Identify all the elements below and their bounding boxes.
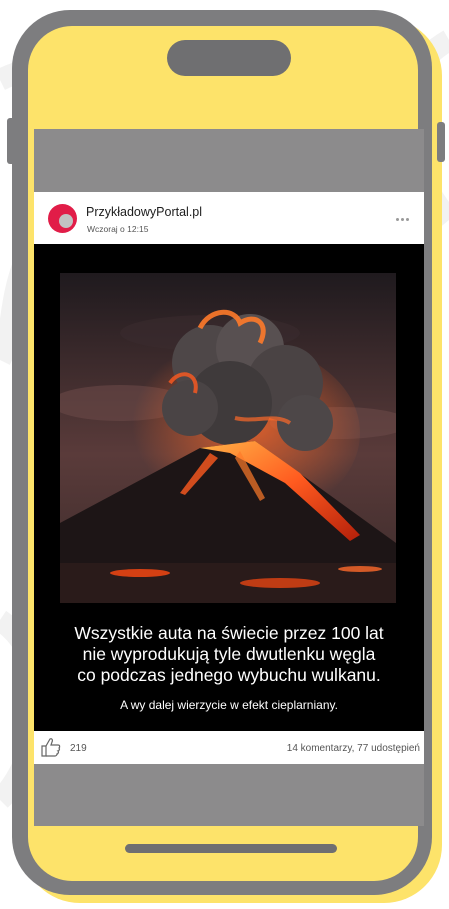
comments-shares-count[interactable]: 14 komentarzy, 77 udostępień bbox=[287, 743, 420, 754]
social-post: PrzykładowyPortal.pl Wczoraj o 12:15 Wsz… bbox=[34, 192, 424, 764]
like-count: 219 bbox=[70, 743, 87, 754]
side-button-left bbox=[7, 118, 15, 164]
caption-line: co podczas jednego wybuchu wulkanu. bbox=[77, 665, 381, 685]
post-caption-subline: A wy dalej wierzycie w efekt cieplarnian… bbox=[120, 698, 338, 712]
caption-line: nie wyprodukują tyle dwutlenku węgla bbox=[82, 644, 376, 664]
side-button-right bbox=[437, 122, 445, 162]
more-options-icon[interactable] bbox=[396, 216, 412, 222]
post-header: PrzykładowyPortal.pl Wczoraj o 12:15 bbox=[34, 192, 424, 244]
home-indicator bbox=[125, 844, 337, 853]
avatar[interactable] bbox=[48, 204, 77, 233]
caption-line: Wszystkie auta na świecie przez 100 lat bbox=[74, 623, 384, 643]
post-footer: 219 14 komentarzy, 77 udostępień bbox=[34, 731, 424, 764]
avatar-inner-dot bbox=[59, 214, 73, 228]
thumbs-up-icon[interactable] bbox=[40, 737, 62, 757]
post-timestamp[interactable]: Wczoraj o 12:15 bbox=[87, 224, 148, 234]
volcano-image bbox=[60, 273, 396, 603]
post-media[interactable]: Wszystkie auta na świecie przez 100 lat … bbox=[34, 244, 424, 731]
post-caption: Wszystkie auta na świecie przez 100 lat … bbox=[34, 623, 424, 686]
phone-display: PrzykładowyPortal.pl Wczoraj o 12:15 Wsz… bbox=[34, 129, 424, 826]
phone-speaker bbox=[167, 40, 291, 76]
author-name[interactable]: PrzykładowyPortal.pl bbox=[86, 205, 202, 219]
